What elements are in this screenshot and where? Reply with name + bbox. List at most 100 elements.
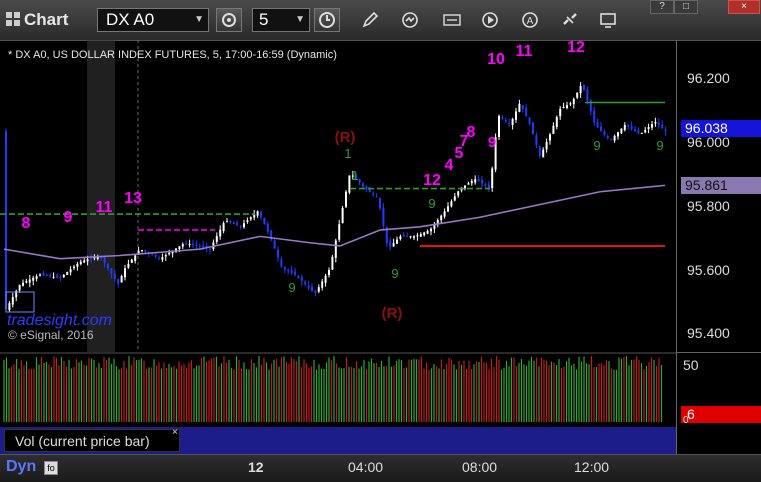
price-bar-body [209, 248, 211, 250]
help-button[interactable]: ? [650, 0, 674, 14]
price-bar-body [661, 124, 664, 129]
refresh-icon[interactable] [400, 10, 420, 30]
chevron-down-icon[interactable]: ▼ [194, 9, 204, 31]
price-bar-body [579, 86, 582, 94]
price-bar-body [413, 236, 415, 238]
price-bar-body [113, 273, 116, 280]
price-bar-body [52, 276, 55, 278]
link-icon[interactable] [560, 10, 580, 30]
price-bar-body [345, 191, 347, 207]
time-label: 08:00 [462, 459, 498, 475]
price-bar-body [73, 266, 75, 268]
price-bar-body [328, 269, 330, 275]
price-bar-body [627, 124, 630, 127]
price-bar-body [219, 229, 222, 237]
price-bar-body [566, 105, 568, 108]
price-bar-body [192, 243, 194, 245]
list-icon[interactable] [442, 10, 462, 30]
price-bar-body [232, 222, 235, 225]
format-icon[interactable]: fo [44, 461, 58, 475]
price-bar-body [304, 281, 307, 285]
dynamic-mode-label[interactable]: Dyn [6, 458, 36, 476]
price-bar-body [334, 240, 337, 258]
current-price-tag: 96.038 [681, 120, 761, 137]
crosshair-button[interactable] [216, 8, 242, 32]
play-icon[interactable] [480, 10, 500, 30]
price-bar-body [59, 277, 62, 279]
price-bar-body [664, 129, 667, 132]
window-title: Chart [24, 10, 69, 29]
price-bar-body [124, 268, 126, 278]
price-bar-body [45, 275, 48, 277]
price-bar-body [69, 269, 72, 273]
price-plot[interactable]: 8 9111312457810 11 12919999 91(R)(R) [0, 40, 676, 352]
interval-button[interactable] [314, 8, 340, 32]
setup-marker: 9 [656, 138, 663, 153]
price-bar-body [396, 239, 398, 244]
volume-plot[interactable] [0, 352, 676, 427]
setup-marker: 9 [288, 280, 295, 295]
price-bar-body [467, 183, 470, 185]
price-axis[interactable]: 96.200 96.000 95.800 95.600 95.400 96.03… [676, 40, 761, 352]
price-bar-body [283, 267, 286, 270]
volume-current-tag: 6 [681, 406, 761, 423]
price-bar-body [317, 287, 320, 292]
price-bar-body [42, 273, 45, 276]
price-bar-body [657, 122, 660, 126]
price-bar-body [49, 274, 52, 277]
grid-icon[interactable] [6, 12, 20, 26]
price-bar-body [266, 223, 269, 232]
price-label: 95.800 [687, 198, 730, 214]
price-bar-body [154, 254, 157, 257]
price-bar-body [481, 179, 483, 184]
price-bar-body [634, 129, 636, 132]
price-bar-body [484, 184, 487, 186]
restore-button[interactable]: □ [674, 0, 698, 14]
pencil-icon[interactable] [360, 10, 380, 30]
price-label: 95.600 [687, 262, 730, 278]
chart-window: Chart DX A0 ▼ 5 ▼ A ? □ × 8 9 11 13 12 4… [0, 0, 761, 482]
price-bar-body [379, 198, 381, 209]
chevron-down-icon[interactable]: ▼ [295, 9, 305, 31]
price-bar-body [151, 254, 154, 256]
interval-input[interactable]: 5 ▼ [252, 8, 310, 32]
price-bar-body [362, 183, 364, 187]
count-marker: 11 [516, 43, 533, 60]
price-bar-body [402, 234, 405, 237]
price-bar-body [280, 259, 283, 267]
price-bar-body [66, 272, 69, 275]
price-bar-body [215, 236, 218, 242]
toolbar: Chart DX A0 ▼ 5 ▼ A ? □ × [0, 0, 761, 41]
time-axis[interactable]: Dyn fo 12 04:00 08:00 12:00 [0, 454, 761, 482]
price-label: 95.400 [687, 325, 730, 341]
price-bar-body [107, 264, 109, 269]
price-bar-body [110, 268, 113, 274]
a-icon[interactable]: A [520, 10, 540, 30]
symbol-value: DX A0 [106, 10, 155, 29]
price-bar-body [103, 256, 106, 263]
price-bar-body [18, 284, 21, 291]
screen-icon[interactable] [598, 10, 618, 30]
close-icon[interactable]: × [172, 427, 178, 438]
price-bar-body [256, 211, 259, 216]
price-bar-body [86, 259, 89, 262]
price-bar-body [79, 261, 82, 265]
price-bar-body [62, 274, 65, 278]
price-bar-body [8, 303, 11, 311]
close-button[interactable]: × [728, 0, 760, 14]
volume-study-label[interactable]: Vol (current price bar) [4, 429, 180, 452]
price-bar-body [474, 179, 477, 183]
price-bar-body [28, 279, 31, 283]
price-bar-body [117, 279, 120, 284]
price-bar-body [555, 117, 558, 127]
session-shade [87, 40, 115, 352]
count-marker: 12 [567, 40, 585, 56]
price-bar-body [416, 235, 419, 237]
price-bar-body [549, 134, 551, 141]
count-marker: 12 [423, 172, 441, 189]
price-bar-body [640, 132, 643, 134]
symbol-input[interactable]: DX A0 ▼ [97, 8, 209, 32]
price-bar-body [90, 257, 92, 259]
price-bar-body [290, 270, 293, 273]
volume-axis[interactable]: 50 6 0 [676, 352, 761, 455]
